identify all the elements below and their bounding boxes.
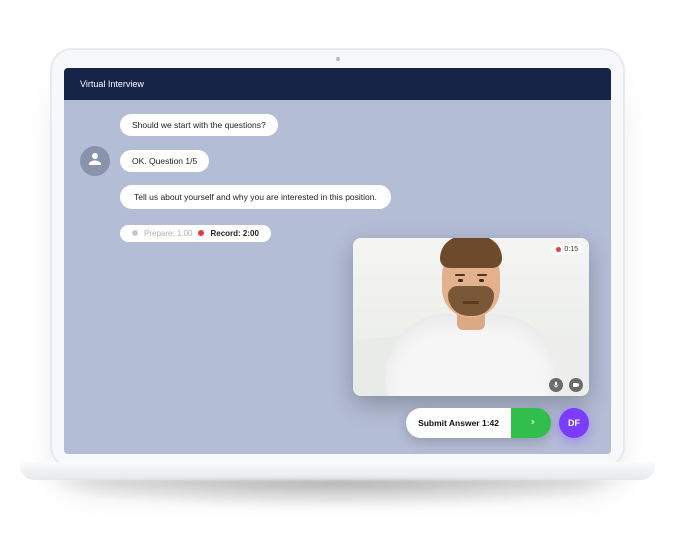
chat-text: OK. Question 1/5	[132, 156, 197, 166]
video-scene	[353, 238, 589, 396]
dot-icon	[132, 230, 138, 236]
chat-row: Should we start with the questions?	[80, 110, 595, 140]
chat-text: Should we start with the questions?	[132, 120, 266, 130]
chat-area: Should we start with the questions? OK. …	[64, 100, 611, 454]
chat-row: OK. Question 1/5	[80, 146, 595, 176]
laptop-frame: Virtual Interview Should we start with t…	[50, 48, 625, 468]
bot-avatar	[80, 146, 110, 176]
video-controls	[549, 378, 583, 392]
chat-bubble: Should we start with the questions?	[120, 114, 278, 136]
timer-pill: Prepare: 1:00 Record: 2:00	[120, 225, 271, 242]
avatar-spacer	[80, 182, 110, 212]
chat-text: Tell us about yourself and why you are i…	[134, 192, 377, 202]
avatar-spacer	[80, 110, 110, 140]
page-title: Virtual Interview	[80, 79, 144, 89]
bottom-action-row: Submit Answer 1:42 DF	[406, 408, 589, 438]
record-dot-icon	[556, 247, 561, 252]
chat-bubble: OK. Question 1/5	[120, 150, 209, 172]
video-preview[interactable]: 0:15	[353, 238, 589, 396]
record-dot-icon	[198, 230, 204, 236]
chat-bubble: Tell us about yourself and why you are i…	[120, 185, 391, 209]
arrow-right-icon	[526, 414, 536, 432]
app-screen: Virtual Interview Should we start with t…	[64, 68, 611, 454]
avatar-spacer	[80, 218, 110, 248]
submit-label: Submit Answer 1:42	[418, 418, 499, 428]
submit-answer-button[interactable]: Submit Answer 1:42	[406, 408, 551, 438]
laptop-base	[20, 462, 655, 480]
user-avatar-badge[interactable]: DF	[559, 408, 589, 438]
submit-arrow	[511, 408, 551, 438]
prepare-timer: Prepare: 1:00	[144, 229, 192, 238]
camera-icon	[572, 376, 580, 394]
recording-time: 0:15	[564, 246, 578, 253]
record-timer: Record: 2:00	[210, 229, 258, 238]
chat-row: Tell us about yourself and why you are i…	[80, 182, 595, 212]
mic-icon	[552, 376, 560, 394]
header-bar: Virtual Interview	[64, 68, 611, 100]
recording-badge: 0:15	[551, 244, 583, 255]
user-initials: DF	[568, 418, 580, 428]
mic-button[interactable]	[549, 378, 563, 392]
camera-button[interactable]	[569, 378, 583, 392]
person-icon	[86, 150, 104, 173]
laptop-camera-dot	[336, 57, 340, 61]
laptop-shadow	[30, 480, 645, 510]
